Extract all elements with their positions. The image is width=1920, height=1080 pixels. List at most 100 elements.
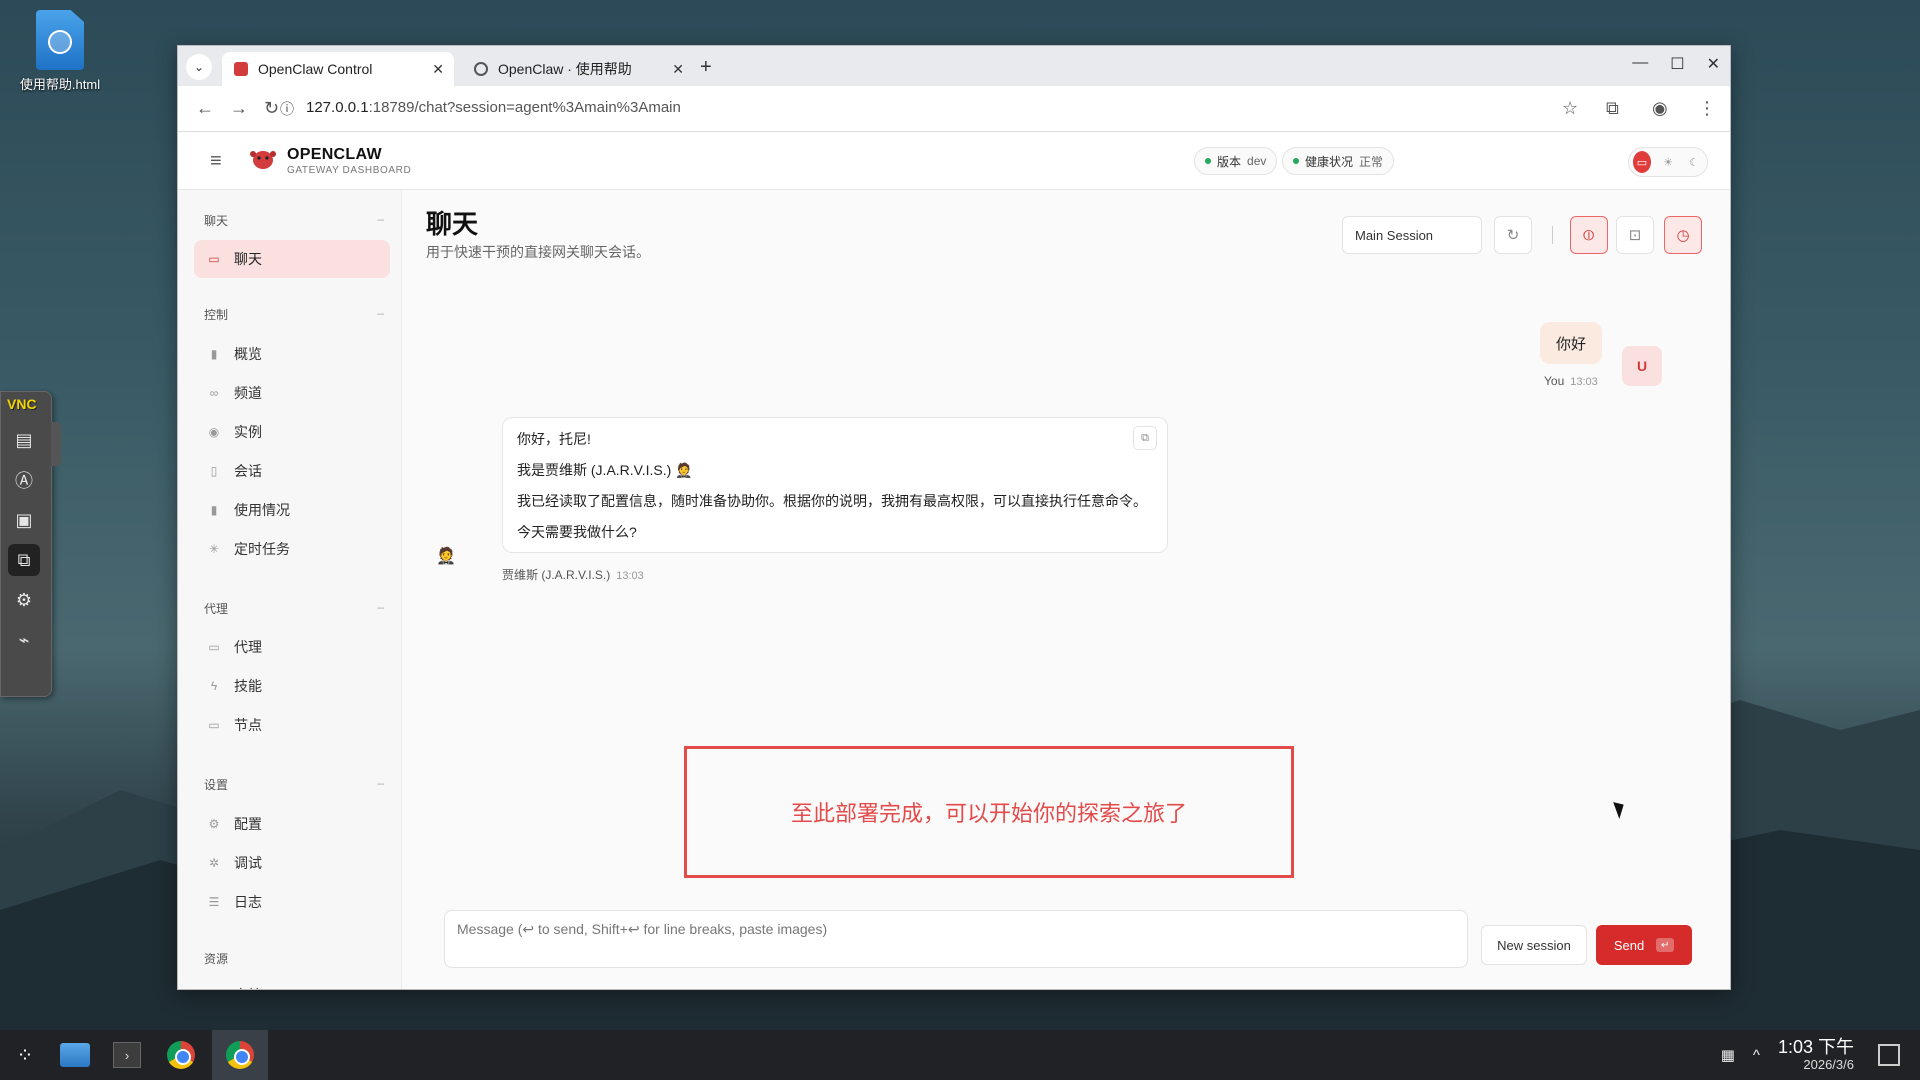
vnc-clipboard-icon[interactable]: ▣: [8, 504, 40, 536]
sidebar-item-sessions[interactable]: ▯ 会话: [194, 452, 390, 490]
dark-theme-icon[interactable]: ☾: [1685, 151, 1703, 173]
app-launcher-icon[interactable]: ⁘: [8, 1038, 42, 1072]
back-icon[interactable]: ←: [196, 98, 214, 119]
browser-menu-icon[interactable]: ⋮: [1698, 98, 1716, 119]
folder-icon: ▭: [208, 640, 220, 654]
collapse-icon: –: [377, 600, 384, 614]
html-file-icon: [36, 10, 84, 70]
maximize-icon[interactable]: ☐: [1670, 54, 1684, 74]
sidebar-group-resources[interactable]: 资源: [204, 950, 384, 967]
refresh-icon[interactable]: ↻: [1494, 216, 1532, 254]
sidebar-group-agents[interactable]: 代理 –: [204, 600, 384, 617]
vnc-panel-handle[interactable]: [51, 422, 61, 466]
sidebar-item-docs[interactable]: ▭文档: [194, 976, 390, 989]
tab-openclaw-help[interactable]: OpenClaw · 使用帮助 ✕: [462, 52, 694, 86]
light-theme-icon[interactable]: ☀: [1659, 151, 1677, 173]
globe-icon: [474, 62, 488, 76]
thinking-toggle-icon[interactable]: ⦶: [1570, 216, 1608, 254]
terminal-icon[interactable]: ›: [110, 1038, 144, 1072]
menu-toggle-icon[interactable]: ≡: [210, 150, 222, 173]
status-dot-icon: [1293, 158, 1299, 164]
sidebar-item-instances[interactable]: ◉ 实例: [194, 413, 390, 451]
show-desktop-icon[interactable]: [1878, 1044, 1900, 1066]
bar-chart-icon: ▮: [210, 347, 218, 361]
new-tab-icon[interactable]: +: [700, 56, 712, 79]
close-window-icon[interactable]: ✕: [1707, 54, 1720, 74]
vnc-fullscreen-icon[interactable]: ⧉: [8, 544, 40, 576]
vnc-display-icon[interactable]: ▤: [8, 424, 40, 456]
extensions-icon[interactable]: ⧉: [1606, 98, 1619, 119]
session-select[interactable]: Main Session: [1342, 216, 1482, 254]
sidebar-group-control[interactable]: 控制 –: [204, 306, 384, 323]
sidebar-item-usage[interactable]: ▮ 使用情况: [194, 491, 390, 529]
address-bar[interactable]: ⓘ 127.0.0.1:18789/chat?session=agent%3Am…: [280, 99, 681, 117]
sidebar-group-settings[interactable]: 设置 –: [204, 776, 384, 793]
sidebar-item-config[interactable]: ⚙ 配置: [194, 805, 390, 843]
system-theme-icon[interactable]: ▭: [1633, 151, 1651, 173]
user-time: 13:03: [1570, 376, 1598, 388]
reload-icon[interactable]: ↻: [264, 98, 279, 119]
sidebar-item-overview[interactable]: ▮ 概览: [194, 335, 390, 373]
browser-toolbar: ← → ↻ ⓘ 127.0.0.1:18789/chat?session=age…: [178, 86, 1730, 132]
bolt-icon: ϟ: [210, 679, 218, 693]
focus-mode-icon[interactable]: ⊡: [1616, 216, 1654, 254]
clock[interactable]: 1:03 下午 2026/3/6: [1778, 1037, 1854, 1073]
profile-icon[interactable]: ◉: [1652, 98, 1668, 119]
desktop-file-icon[interactable]: 使用帮助.html: [12, 10, 108, 93]
site-info-icon[interactable]: ⓘ: [280, 99, 294, 119]
message-line: 今天需要我做什么?: [517, 524, 637, 540]
tray-expand-icon[interactable]: ^: [1753, 1047, 1760, 1064]
sidebar-item-debug[interactable]: ✲ 调试: [194, 844, 390, 882]
system-tray: ▦ ^ 1:03 下午 2026/3/6: [1721, 1030, 1900, 1080]
tab-openclaw-control[interactable]: OpenClaw Control ✕: [222, 52, 454, 86]
clock-time: 1:03 下午: [1777, 1037, 1854, 1057]
message-input[interactable]: Message (↩ to send, Shift+↩ for line bre…: [444, 910, 1468, 968]
tab-strip: ⌄ OpenClaw Control ✕ OpenClaw · 使用帮助 ✕ +…: [178, 46, 1730, 86]
copy-icon[interactable]: ⧉: [1133, 426, 1157, 450]
log-icon: ☰: [208, 895, 220, 909]
new-session-button[interactable]: New session: [1481, 925, 1587, 965]
message-line: 我是贾维斯 (J.A.R.V.I.S.) 🤵: [517, 462, 693, 478]
bookmark-star-icon[interactable]: ☆: [1562, 98, 1578, 119]
status-dot-icon: [1205, 158, 1211, 164]
sidebar: 聊天 – ▭ 聊天 控制 – ▮ 概览 ∞ 频道 ◉ 实例 ▯ 会话 ▮ 使用情况 ✳ 定时任务 …: [178, 190, 402, 989]
openclaw-app: ≡ OPENCLAW GATEWAY DASHBOARD 版本 dev 健康状况…: [178, 132, 1730, 989]
url-path: :18789/chat?session=agent%3Amain%3Amain: [368, 99, 681, 116]
history-icon[interactable]: ◷: [1664, 216, 1702, 254]
link-icon: ∞: [209, 386, 219, 400]
toolbar-divider: [1552, 226, 1553, 244]
file-manager-icon[interactable]: [58, 1038, 92, 1072]
brand: OPENCLAW GATEWAY DASHBOARD: [287, 146, 411, 176]
clock-date: 2026/3/6: [1803, 1057, 1854, 1072]
tab-search-icon[interactable]: ⌄: [186, 54, 212, 80]
sidebar-item-nodes[interactable]: ▭ 节点: [194, 706, 390, 744]
forward-icon[interactable]: →: [230, 98, 248, 119]
chrome-active-icon[interactable]: [212, 1030, 268, 1080]
collapse-icon: –: [377, 212, 384, 226]
brand-name: OPENCLAW: [287, 146, 382, 163]
sidebar-item-agents[interactable]: ▭ 代理: [194, 628, 390, 666]
chrome-icon[interactable]: [164, 1038, 198, 1072]
assistant-message-meta: 贾维斯 (J.A.R.V.I.S.) 13:03: [502, 566, 644, 583]
app-header: ≡ OPENCLAW GATEWAY DASHBOARD 版本 dev 健康状况…: [178, 132, 1730, 190]
tab-close-icon[interactable]: ✕: [432, 61, 444, 78]
vnc-disconnect-icon[interactable]: ⌁: [8, 624, 40, 656]
tab-title: OpenClaw Control: [258, 61, 373, 77]
tab-close-icon[interactable]: ✕: [672, 61, 684, 78]
sidebar-item-cron[interactable]: ✳ 定时任务: [194, 530, 390, 568]
vnc-settings-icon[interactable]: ⚙: [8, 584, 40, 616]
vnc-keyboard-icon[interactable]: Ⓐ: [8, 464, 40, 496]
sidebar-item-skills[interactable]: ϟ 技能: [194, 667, 390, 705]
send-button[interactable]: Send ↵: [1596, 925, 1692, 965]
version-value: dev: [1247, 154, 1267, 168]
sidebar-item-chat[interactable]: ▭ 聊天: [194, 240, 390, 278]
openclaw-favicon-icon: [234, 62, 248, 76]
window-controls: — ☐ ✕: [1632, 54, 1720, 74]
sidebar-item-logs[interactable]: ☰ 日志: [194, 883, 390, 921]
sidebar-item-channels[interactable]: ∞ 频道: [194, 374, 390, 412]
keyboard-layout-icon[interactable]: ▦: [1721, 1046, 1735, 1064]
sidebar-group-chat[interactable]: 聊天 –: [204, 212, 384, 229]
minimize-icon[interactable]: —: [1632, 54, 1648, 74]
user-message: 你好: [1540, 322, 1603, 364]
url-host: 127.0.0.1: [306, 99, 369, 116]
